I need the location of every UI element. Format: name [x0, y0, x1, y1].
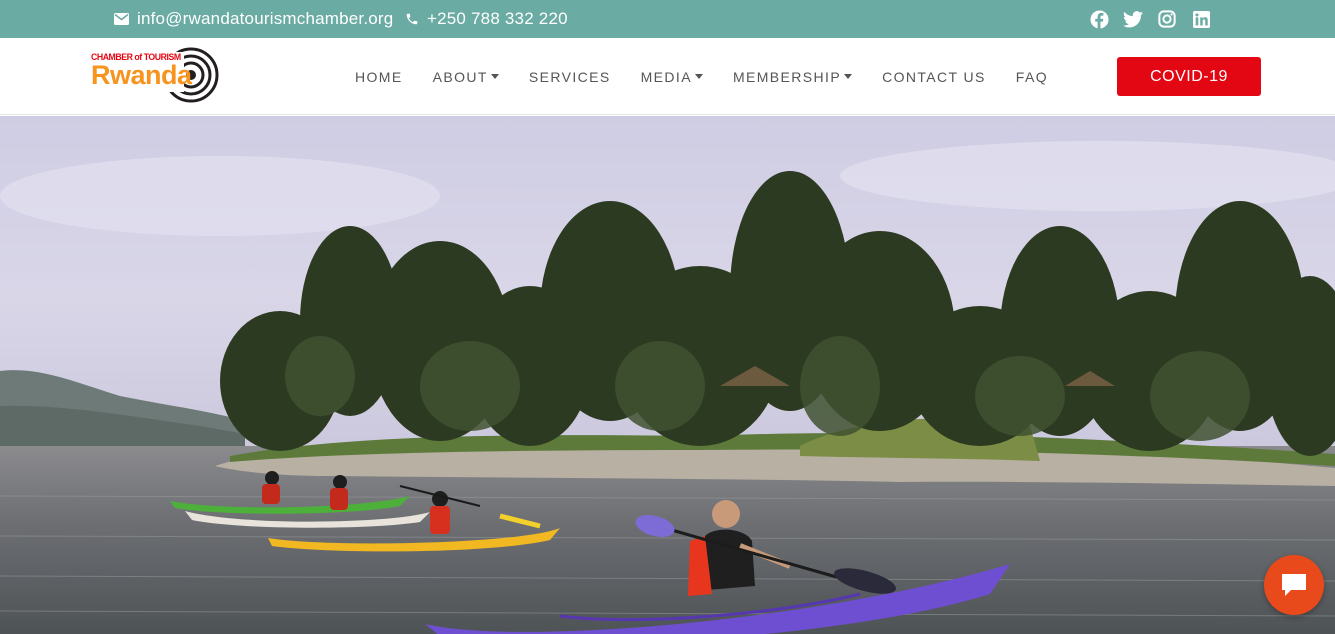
logo-line-1: CHAMBER of TOURISM: [91, 52, 181, 63]
caret-down-icon: [844, 74, 853, 79]
nav-services-label: SERVICES: [528, 68, 611, 85]
nav-media[interactable]: MEDIA: [641, 69, 703, 85]
caret-down-icon: [490, 74, 499, 79]
nav-about-label: ABOUT: [432, 68, 488, 85]
top-contact-bar: info@rwandatourismchamber.org +250 788 3…: [0, 0, 1335, 38]
social-links: [1089, 0, 1211, 38]
chat-bubble-icon: [1282, 574, 1306, 596]
caret-down-icon: [694, 74, 703, 79]
phone-contact[interactable]: +250 788 332 220: [405, 0, 568, 38]
nav-about[interactable]: ABOUT: [433, 69, 499, 85]
facebook-icon[interactable]: [1089, 9, 1109, 29]
envelope-icon: [114, 13, 129, 25]
hero-image: [0, 116, 1335, 634]
nav-media-label: MEDIA: [640, 68, 692, 85]
nav-faq[interactable]: FAQ: [1016, 69, 1048, 85]
email-contact[interactable]: info@rwandatourismchamber.org: [114, 0, 393, 38]
instagram-icon[interactable]: [1157, 9, 1177, 29]
nav-home[interactable]: HOME: [355, 69, 403, 85]
covid-19-button[interactable]: COVID-19: [1117, 57, 1261, 96]
nav-membership-label: MEMBERSHIP: [732, 68, 842, 85]
nav-contact-us[interactable]: CONTACT US: [882, 69, 986, 85]
chat-widget-button[interactable]: [1264, 555, 1324, 615]
nav-contact-us-label: CONTACT US: [882, 68, 986, 85]
email-text[interactable]: info@rwandatourismchamber.org: [137, 9, 393, 29]
phone-text[interactable]: +250 788 332 220: [427, 9, 568, 29]
main-menu: HOME ABOUT SERVICES MEDIA MEMBERSHIP CON…: [355, 38, 1078, 115]
linkedin-icon[interactable]: [1191, 9, 1211, 29]
nav-faq-label: FAQ: [1015, 68, 1048, 85]
phone-icon: [406, 13, 418, 25]
nav-membership[interactable]: MEMBERSHIP: [732, 68, 853, 85]
logo-line-2: Rwanda: [91, 60, 192, 90]
logo-text: CHAMBER of TOURISM Rwanda: [91, 52, 203, 96]
nav-home-label: HOME: [355, 68, 403, 85]
twitter-icon[interactable]: [1123, 9, 1143, 29]
nav-services[interactable]: SERVICES: [529, 69, 611, 85]
